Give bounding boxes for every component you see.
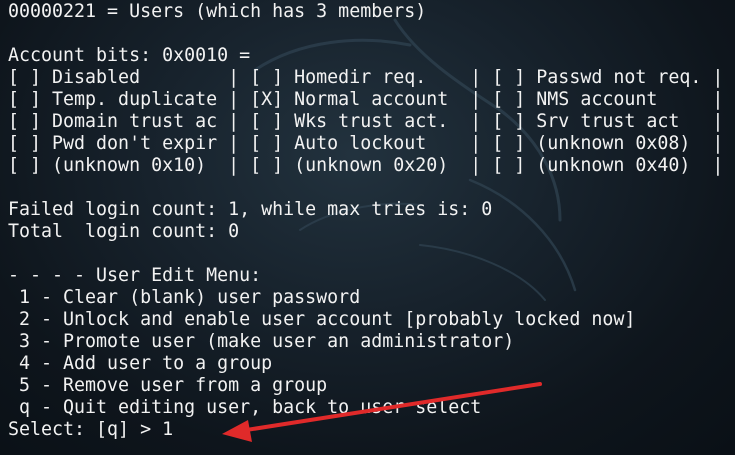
group-info-line: 00000221 = Users (which has 3 members) [8, 1, 427, 22]
account-bits-row: [ ] Pwd don't expir | [ ] Auto lockout |… [8, 133, 724, 154]
blank-line [8, 177, 735, 199]
terminal-output: 00000221 = Users (which has 3 members) A… [8, 1, 735, 455]
menu-option-clear-password: 1 - Clear (blank) user password [8, 287, 361, 308]
account-bits-row: [ ] (unknown 0x10) | [ ] (unknown 0x20) … [8, 155, 724, 176]
account-bits-heading: Account bits: 0x0010 = [8, 45, 251, 66]
failed-login-count: Failed login count: 1, while max tries i… [8, 199, 493, 220]
select-prompt[interactable]: Select: [q] > 1 [8, 419, 735, 441]
account-bits-row: [ ] Domain trust ac | [ ] Wks trust act.… [8, 111, 724, 132]
blank-line [8, 243, 735, 265]
account-bits-row: [ ] Temp. duplicate | [X] Normal account… [8, 89, 724, 110]
menu-option-quit: q - Quit editing user, back to user sele… [8, 397, 482, 418]
blank-line [8, 23, 735, 45]
account-bits-row: [ ] Disabled | [ ] Homedir req. | [ ] Pa… [8, 67, 724, 88]
menu-option-remove-from-group: 5 - Remove user from a group [8, 375, 328, 396]
total-login-count: Total login count: 0 [8, 221, 240, 242]
menu-title: - - - - User Edit Menu: [8, 265, 262, 286]
menu-option-unlock-account: 2 - Unlock and enable user account [prob… [8, 309, 636, 330]
menu-option-add-to-group: 4 - Add user to a group [8, 353, 273, 374]
menu-option-promote-user: 3 - Promote user (make user an administr… [8, 331, 515, 352]
